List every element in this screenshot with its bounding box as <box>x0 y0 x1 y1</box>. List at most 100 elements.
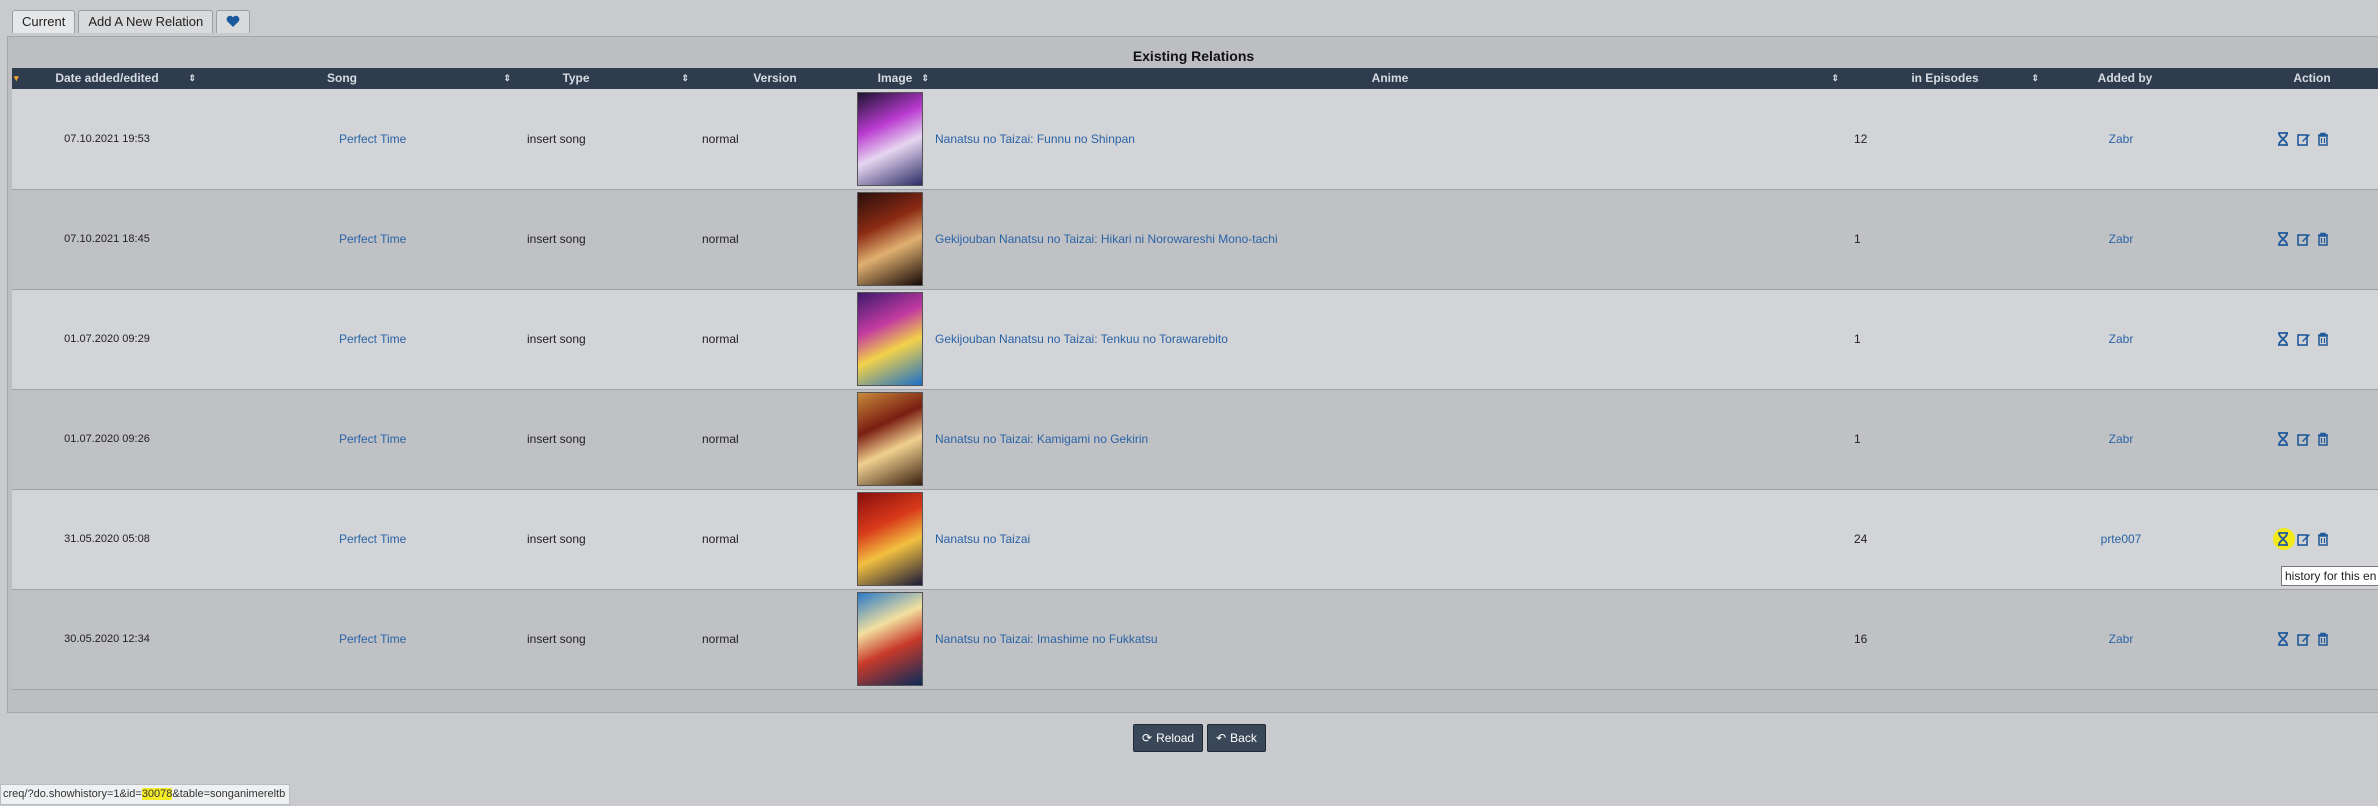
col-action: Action <box>2293 71 2331 85</box>
row-spacer <box>202 289 327 390</box>
row-version: normal <box>695 189 855 290</box>
row-type: insert song <box>517 489 695 590</box>
hourglass-icon[interactable] <box>2277 232 2291 246</box>
row-actions <box>2245 389 2378 490</box>
hourglass-icon[interactable] <box>2277 532 2291 546</box>
hourglass-icon[interactable] <box>2277 332 2291 346</box>
anime-poster[interactable] <box>857 292 923 386</box>
row-anime-cell: Nanatsu no Taizai: Imashime no Fukkatsu <box>935 589 1845 690</box>
row-version: normal <box>695 289 855 390</box>
table-header: ▾ Date added/edited ⇕ Song ⇕ Type ⇕ Version … <box>12 68 2378 89</box>
row-episodes: 1 <box>1845 189 2045 290</box>
song-link[interactable]: Perfect Time <box>339 332 406 346</box>
anime-link[interactable]: Nanatsu no Taizai: Funnu no Shinpan <box>935 132 1135 146</box>
trash-icon[interactable] <box>2317 132 2331 146</box>
row-song-cell: Perfect Time <box>327 489 517 590</box>
col-version[interactable]: Version <box>695 68 855 89</box>
row-image-cell <box>855 289 935 390</box>
user-link[interactable]: Zabr <box>2109 232 2134 246</box>
row-image-cell <box>855 89 935 190</box>
song-link[interactable]: Perfect Time <box>339 432 406 446</box>
row-spacer <box>202 89 327 190</box>
row-actions <box>2245 89 2378 190</box>
relations-table: ▾ Date added/edited ⇕ Song ⇕ Type ⇕ Version … <box>12 68 2378 690</box>
edit-icon[interactable] <box>2297 332 2311 346</box>
col-song-spacer <box>202 68 327 89</box>
col-image: Image ⇕ <box>855 68 935 89</box>
row-added-by-cell: prte007 <box>2045 489 2245 590</box>
trash-icon[interactable] <box>2317 332 2331 346</box>
col-date[interactable]: ▾ Date added/edited ⇕ <box>12 68 202 89</box>
reload-button[interactable]: ⟳ Reload <box>1133 724 1204 752</box>
trash-icon[interactable] <box>2317 532 2331 546</box>
anime-link[interactable]: Nanatsu no Taizai: Kamigami no Gekirin <box>935 432 1148 446</box>
row-song-cell: Perfect Time <box>327 289 517 390</box>
row-image-cell <box>855 489 935 590</box>
button-bar: ⟳ Reload ↶ Back <box>1133 724 1266 752</box>
song-link[interactable]: Perfect Time <box>339 232 406 246</box>
row-version: normal <box>695 489 855 590</box>
user-link[interactable]: Zabr <box>2109 632 2134 646</box>
trash-icon[interactable] <box>2317 632 2331 646</box>
song-link[interactable]: Perfect Time <box>339 132 406 146</box>
sort-icon: ⇕ <box>1831 73 1839 83</box>
row-anime-cell: Gekijouban Nanatsu no Taizai: Tenkuu no … <box>935 289 1845 390</box>
anime-poster[interactable] <box>857 91 923 186</box>
user-link[interactable]: Zabr <box>2109 432 2134 446</box>
tab-favorite[interactable] <box>216 10 251 33</box>
row-type: insert song <box>517 289 695 390</box>
refresh-icon: ⟳ <box>1142 731 1153 745</box>
tab-current[interactable]: Current <box>12 10 76 33</box>
back-button[interactable]: ↶ Back <box>1207 724 1266 752</box>
row-anime-cell: Nanatsu no Taizai: Funnu no Shinpan <box>935 89 1845 190</box>
anime-poster[interactable] <box>857 192 923 286</box>
col-anime[interactable]: Anime ⇕ <box>935 68 1845 89</box>
row-anime-cell: Gekijouban Nanatsu no Taizai: Hikari ni … <box>935 189 1845 290</box>
hourglass-icon[interactable] <box>2277 632 2291 646</box>
anime-link[interactable]: Gekijouban Nanatsu no Taizai: Hikari ni … <box>935 232 1278 246</box>
anime-link[interactable]: Gekijouban Nanatsu no Taizai: Tenkuu no … <box>935 332 1228 346</box>
row-date: 30.05.2020 12:34 <box>12 589 202 690</box>
sort-icon: ⇕ <box>2031 73 2039 83</box>
hourglass-icon[interactable] <box>2277 432 2291 446</box>
edit-icon[interactable] <box>2297 132 2311 146</box>
row-spacer <box>202 389 327 490</box>
row-type: insert song <box>517 89 695 190</box>
row-type: insert song <box>517 389 695 490</box>
tab-add-relation[interactable]: Add A New Relation <box>78 10 214 33</box>
row-actions <box>2245 289 2378 390</box>
col-added-by[interactable]: Added by <box>2045 68 2245 89</box>
hourglass-icon[interactable] <box>2277 131 2291 146</box>
trash-icon[interactable] <box>2317 432 2331 446</box>
row-added-by-cell: Zabr <box>2045 389 2245 490</box>
edit-icon[interactable] <box>2297 632 2311 646</box>
col-song[interactable]: Song ⇕ <box>327 68 517 89</box>
col-type[interactable]: Type ⇕ <box>517 68 695 89</box>
row-date: 31.05.2020 05:08 <box>12 489 202 590</box>
trash-icon[interactable] <box>2317 232 2331 246</box>
edit-icon[interactable] <box>2297 232 2311 246</box>
user-link[interactable]: Zabr <box>2109 132 2134 146</box>
history-tooltip: history for this en <box>2281 566 2378 586</box>
row-image-cell <box>855 189 935 290</box>
anime-poster[interactable] <box>857 592 923 686</box>
song-link[interactable]: Perfect Time <box>339 632 406 646</box>
table-row: 31.05.2020 05:08 Perfect Time insert son… <box>12 489 2378 590</box>
anime-link[interactable]: Nanatsu no Taizai: Imashime no Fukkatsu <box>935 632 1158 646</box>
anime-poster[interactable] <box>857 492 923 586</box>
row-episodes: 12 <box>1845 89 2045 190</box>
table-row: 30.05.2020 12:34 Perfect Time insert son… <box>12 589 2378 690</box>
row-song-cell: Perfect Time <box>327 589 517 690</box>
table-row: 01.07.2020 09:26 Perfect Time insert son… <box>12 389 2378 490</box>
anime-poster[interactable] <box>857 392 923 486</box>
edit-icon[interactable] <box>2297 532 2311 546</box>
user-link[interactable]: prte007 <box>2101 532 2142 546</box>
anime-link[interactable]: Nanatsu no Taizai <box>935 532 1030 546</box>
row-added-by-cell: Zabr <box>2045 589 2245 690</box>
user-link[interactable]: Zabr <box>2109 332 2134 346</box>
row-date: 01.07.2020 09:29 <box>12 289 202 390</box>
edit-icon[interactable] <box>2297 432 2311 446</box>
col-episodes[interactable]: in Episodes ⇕ <box>1845 68 2045 89</box>
song-link[interactable]: Perfect Time <box>339 532 406 546</box>
row-date: 07.10.2021 18:45 <box>12 189 202 290</box>
